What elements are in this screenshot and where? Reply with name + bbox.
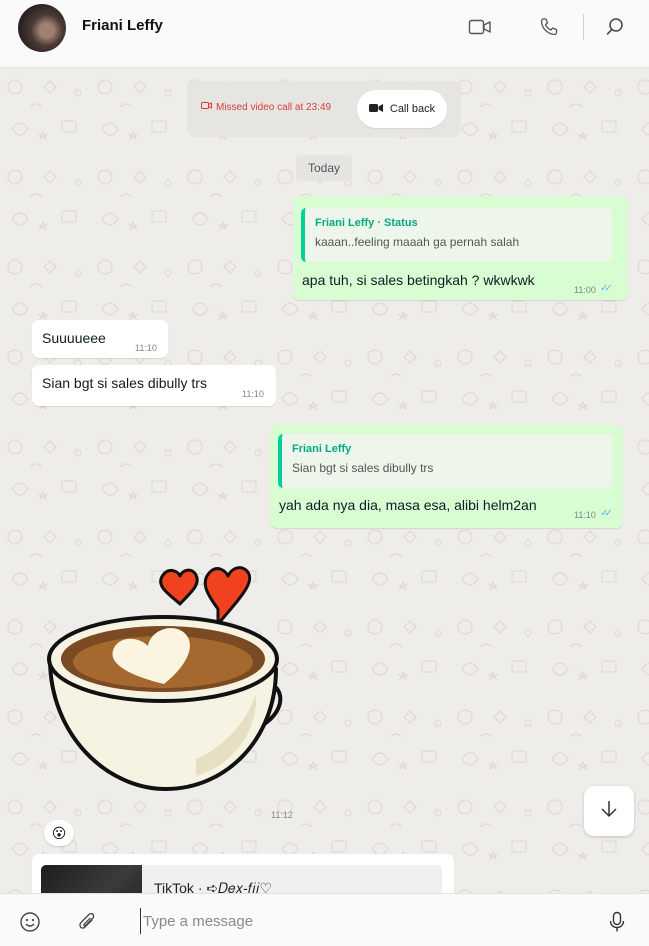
message-input[interactable]	[140, 908, 580, 934]
message-text: apa tuh, si sales betingkah ? wkwkwk	[302, 272, 535, 288]
message-time: 11:00	[574, 285, 596, 295]
attach-icon[interactable]	[75, 910, 99, 934]
outgoing-message[interactable]: Friani Leffy Sian bgt si sales dibully t…	[270, 425, 623, 528]
emoji-icon[interactable]	[18, 910, 42, 934]
link-title: TikTok · ➪𝐷𝑒𝑥-𝑓𝑖𝑖♡	[154, 880, 273, 893]
quoted-message[interactable]: Friani Leffy Sian bgt si sales dibully t…	[278, 434, 612, 488]
missed-video-icon	[201, 101, 212, 113]
chat-area[interactable]: Missed video call at 23:49 Call back Tod…	[0, 69, 649, 893]
link-preview[interactable]: TikTok · ➪𝐷𝑒𝑥-𝑓𝑖𝑖♡	[41, 865, 442, 893]
missed-call-text: Missed video call at 23:49	[216, 101, 332, 113]
chat-header: Friani Leffy	[0, 0, 649, 68]
voice-call-icon[interactable]	[536, 14, 562, 40]
header-divider	[583, 14, 584, 40]
message-time: 11:10	[135, 343, 157, 353]
message-text: yah ada nya dia, masa esa, alibi helm2an	[279, 497, 537, 513]
sticker-time: 11:12	[271, 810, 293, 820]
scroll-to-bottom-button[interactable]	[584, 786, 634, 836]
link-preview-message[interactable]: TikTok · ➪𝐷𝑒𝑥-𝑓𝑖𝑖♡	[32, 854, 454, 893]
incoming-message[interactable]: Sian bgt si sales dibully trs 11:10	[32, 365, 276, 406]
arrow-down-icon	[599, 799, 619, 824]
quote-text: Sian bgt si sales dibully trs	[292, 461, 434, 475]
date-divider: Today	[296, 155, 352, 181]
camera-icon	[368, 103, 383, 116]
message-time: 11:10	[574, 510, 596, 520]
video-call-icon[interactable]	[467, 14, 493, 40]
coffee-heart-sticker[interactable]	[46, 564, 286, 794]
message-text: Suuuueee	[42, 330, 106, 346]
reaction-badge[interactable]: 😮	[44, 820, 74, 846]
contact-name[interactable]: Friani Leffy	[82, 17, 163, 34]
missed-call-notice: Missed video call at 23:49 Call back	[187, 81, 461, 137]
search-icon[interactable]	[602, 14, 628, 40]
outgoing-message[interactable]: Friani Leffy · Status kaaan..feeling maa…	[293, 196, 628, 300]
mic-icon[interactable]	[605, 910, 629, 934]
quote-author: Friani Leffy · Status	[315, 217, 418, 229]
contact-avatar[interactable]	[18, 4, 66, 52]
quoted-status[interactable]: Friani Leffy · Status kaaan..feeling maa…	[301, 208, 612, 262]
composer	[0, 893, 649, 946]
incoming-message[interactable]: Suuuueee 11:10	[32, 320, 168, 358]
quote-author: Friani Leffy	[292, 443, 352, 455]
call-back-button[interactable]: Call back	[357, 90, 447, 128]
quote-text: kaaan..feeling maaah ga pernah salah	[315, 235, 520, 249]
message-time: 11:10	[242, 389, 264, 399]
message-text: Sian bgt si sales dibully trs	[42, 375, 207, 391]
call-back-label: Call back	[389, 103, 436, 115]
read-ticks-icon: ✓✓	[600, 508, 613, 519]
link-thumbnail	[41, 865, 142, 893]
read-ticks-icon: ✓✓	[600, 283, 613, 294]
